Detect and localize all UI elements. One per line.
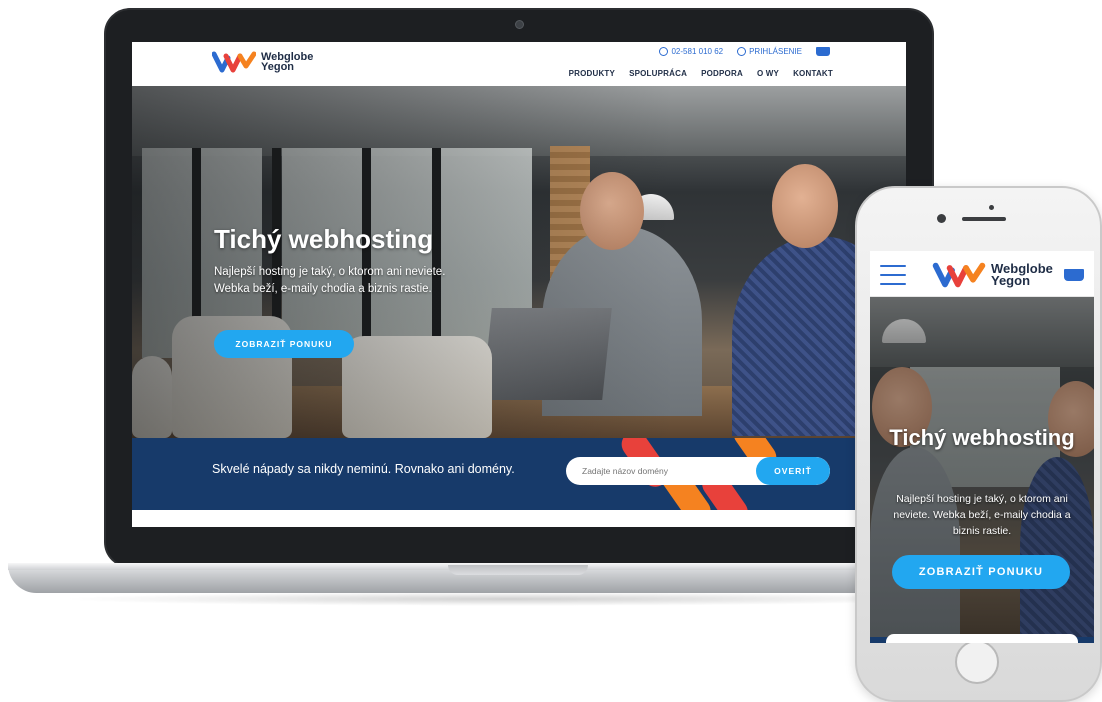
- brand-line-2: Yegon: [261, 61, 295, 73]
- phone-sensor: [989, 205, 994, 210]
- webglobe-logo-icon: [212, 51, 256, 73]
- mobile-hero-text: Najlepší hosting je taký, o ktorom ani n…: [893, 493, 1071, 537]
- mobile-brand-name: Webglobe Yegon: [991, 262, 1053, 288]
- domain-search-box: OVERIŤ: [566, 457, 830, 485]
- cart-icon: [816, 47, 830, 56]
- verify-button[interactable]: OVERIŤ: [756, 457, 830, 485]
- mobile-domain-search-input[interactable]: [886, 634, 1078, 643]
- nav-item-spolupraca[interactable]: SPOLUPRÁCA: [629, 69, 687, 78]
- device-mockup: Webglobe Yegon 02-581 010 62 PRIHLÁSENIE…: [0, 0, 1102, 702]
- utility-bar: 02-581 010 62 PRIHLÁSENIE: [659, 47, 830, 56]
- cart-button[interactable]: [816, 47, 830, 56]
- hero-photo-overlay: [132, 86, 906, 438]
- phone-home-button: [955, 640, 999, 684]
- laptop-screen: Webglobe Yegon 02-581 010 62 PRIHLÁSENIE…: [132, 42, 906, 527]
- login-link[interactable]: PRIHLÁSENIE: [737, 47, 802, 56]
- main-nav: PRODUKTY SPOLUPRÁCA PODPORA O WY KONTAKT: [569, 69, 833, 78]
- mobile-hero-section: Tichý webhosting Najlepší hosting je tak…: [870, 297, 1094, 637]
- phone-camera: [937, 214, 946, 223]
- mobile-hero-title: Tichý webhosting: [889, 425, 1075, 450]
- login-label: PRIHLÁSENIE: [749, 47, 802, 56]
- nav-item-kontakt[interactable]: KONTAKT: [793, 69, 833, 78]
- brand-name: Webglobe Yegon: [261, 52, 313, 73]
- phone-number: 02-581 010 62: [671, 47, 724, 56]
- nav-item-produkty[interactable]: PRODUKTY: [569, 69, 616, 78]
- mobile-show-offer-button[interactable]: ZOBRAZIŤ PONUKU: [892, 555, 1070, 589]
- laptop-camera: [515, 20, 524, 29]
- mobile-logo[interactable]: Webglobe Yegon: [932, 261, 1053, 289]
- nav-item-o-wy[interactable]: O WY: [757, 69, 779, 78]
- logo[interactable]: Webglobe Yegon: [212, 50, 313, 74]
- hero-section: Tichý webhosting Najlepší hosting je tak…: [132, 86, 906, 438]
- nav-item-podpora[interactable]: PODPORA: [701, 69, 743, 78]
- phone-link[interactable]: 02-581 010 62: [659, 47, 723, 56]
- phone-speaker: [962, 217, 1006, 221]
- domain-search-input[interactable]: [566, 457, 756, 485]
- hero-title: Tichý webhosting: [214, 224, 434, 254]
- hamburger-menu-icon[interactable]: [880, 265, 906, 285]
- mobile-brand-line-2: Yegon: [991, 273, 1031, 288]
- domain-search-band: Skvelé nápady sa nikdy neminú. Rovnako a…: [132, 438, 906, 510]
- laptop-notch: [448, 565, 588, 575]
- user-icon: [737, 47, 747, 56]
- show-offer-button[interactable]: ZOBRAZIŤ PONUKU: [214, 330, 354, 358]
- hero-text: Najlepší hosting je taký, o ktorom ani n…: [214, 266, 446, 295]
- cart-icon[interactable]: [1064, 269, 1084, 281]
- webglobe-logo-icon: [932, 262, 986, 288]
- phone-icon: [659, 47, 669, 56]
- phone-screen: Webglobe Yegon Tichý webhosting Najlepší…: [870, 251, 1094, 643]
- laptop-shadow: [60, 592, 960, 606]
- page-below-fold: [132, 510, 906, 527]
- site-header: Webglobe Yegon 02-581 010 62 PRIHLÁSENIE…: [132, 42, 906, 86]
- mobile-header: Webglobe Yegon: [870, 251, 1094, 297]
- domain-band-text: Skvelé nápady sa nikdy neminú. Rovnako a…: [212, 462, 515, 476]
